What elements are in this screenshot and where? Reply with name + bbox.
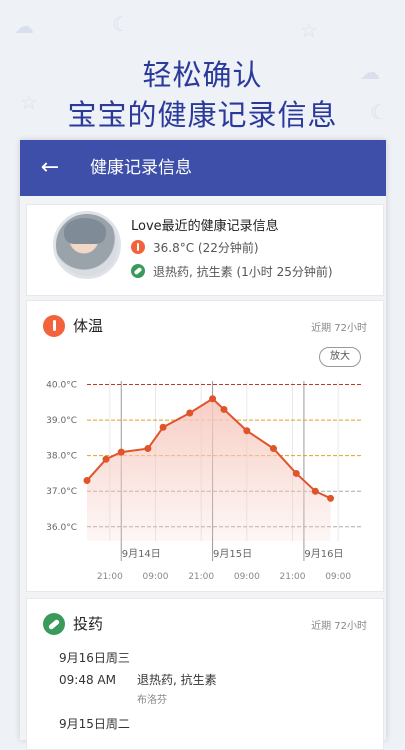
medication-date: 9月15日周二: [59, 717, 130, 731]
y-tick-label: 40.0°C: [46, 381, 77, 391]
temperature-point: [117, 448, 125, 456]
temperature-point: [269, 445, 277, 453]
phone-screen: ← 健康记录信息 Love最近的健康记录信息 36.8°C (22分钟前) 退热…: [20, 140, 386, 750]
medication-detail: 布洛芬: [137, 695, 167, 706]
thermometer-icon: [43, 315, 65, 337]
day-label: 9月15日: [213, 548, 252, 560]
temperature-point: [186, 409, 194, 417]
headline-line-1: 轻松确认: [142, 58, 263, 93]
x-tick-label: 21:00: [188, 572, 214, 582]
temperature-card: 体温 近期 72小时 放大 40.0°C 39.0°C 38.0°C 37.0°C 36…: [26, 300, 384, 592]
day-label: 9月16日: [304, 548, 343, 560]
back-arrow-icon[interactable]: ←: [36, 154, 64, 182]
x-tick-label: 21:00: [97, 572, 123, 582]
star-decoration-icon: ☆: [300, 18, 318, 42]
y-tick-label: 39.0°C: [46, 416, 77, 426]
temperature-point: [209, 395, 217, 403]
temperature-range: 近期 72小时: [311, 323, 367, 334]
medication-title: 投药: [73, 615, 104, 633]
medication-range: 近期 72小时: [311, 621, 367, 632]
temperature-point: [327, 494, 335, 502]
y-tick-label: 38.0°C: [46, 452, 77, 462]
app-bar-title: 健康记录信息: [90, 158, 192, 178]
zoom-button[interactable]: 放大: [319, 347, 361, 367]
medication-card: 投药 近期 72小时 9月16日周三 09:48 AM 退热药, 抗生素 布洛芬…: [26, 598, 384, 750]
moon-decoration-icon: ☾: [112, 12, 130, 36]
latest-temperature-row: 36.8°C (22分钟前): [131, 239, 259, 256]
y-tick-label: 37.0°C: [46, 487, 77, 497]
x-tick-label: 09:00: [234, 572, 260, 582]
x-tick-label: 21:00: [280, 572, 306, 582]
temperature-chart[interactable]: 40.0°C 39.0°C 38.0°C 37.0°C 36.0°C 9月14日 9月15日…: [27, 371, 383, 591]
temperature-point: [83, 477, 91, 485]
temperature-point: [311, 487, 319, 495]
temperature-title: 体温: [73, 317, 104, 335]
profile-title: Love最近的健康记录信息: [131, 219, 279, 234]
avatar: [53, 211, 121, 279]
latest-temperature: 36.8°C (22分钟前): [153, 241, 259, 255]
medication-date: 9月16日周三: [59, 651, 130, 665]
latest-medication: 退热药, 抗生素 (1小时 25分钟前): [153, 265, 333, 279]
medication-name[interactable]: 退热药, 抗生素: [137, 671, 217, 688]
temperature-point: [102, 455, 110, 463]
y-tick-label: 36.0°C: [46, 523, 77, 533]
medication-time: 09:48 AM: [59, 673, 116, 687]
temperature-point: [159, 423, 167, 431]
pill-icon: [131, 264, 145, 278]
thermometer-icon: [131, 240, 145, 254]
day-label: 9月14日: [122, 548, 161, 560]
temperature-point: [220, 405, 228, 413]
promo-headline: 轻松确认 宝宝的健康记录信息: [0, 55, 405, 135]
profile-card[interactable]: Love最近的健康记录信息 36.8°C (22分钟前) 退热药, 抗生素 (1…: [26, 204, 384, 296]
temperature-point: [292, 469, 300, 477]
pill-icon: [43, 613, 65, 635]
cloud-decoration-icon: ☁: [14, 14, 34, 38]
latest-medication-row: 退热药, 抗生素 (1小时 25分钟前): [131, 263, 333, 280]
headline-line-2: 宝宝的健康记录信息: [67, 98, 338, 133]
x-tick-label: 09:00: [143, 572, 169, 582]
temperature-point: [243, 427, 251, 435]
app-bar: ← 健康记录信息: [20, 140, 386, 196]
temperature-point: [144, 445, 152, 453]
x-tick-label: 09:00: [325, 572, 351, 582]
